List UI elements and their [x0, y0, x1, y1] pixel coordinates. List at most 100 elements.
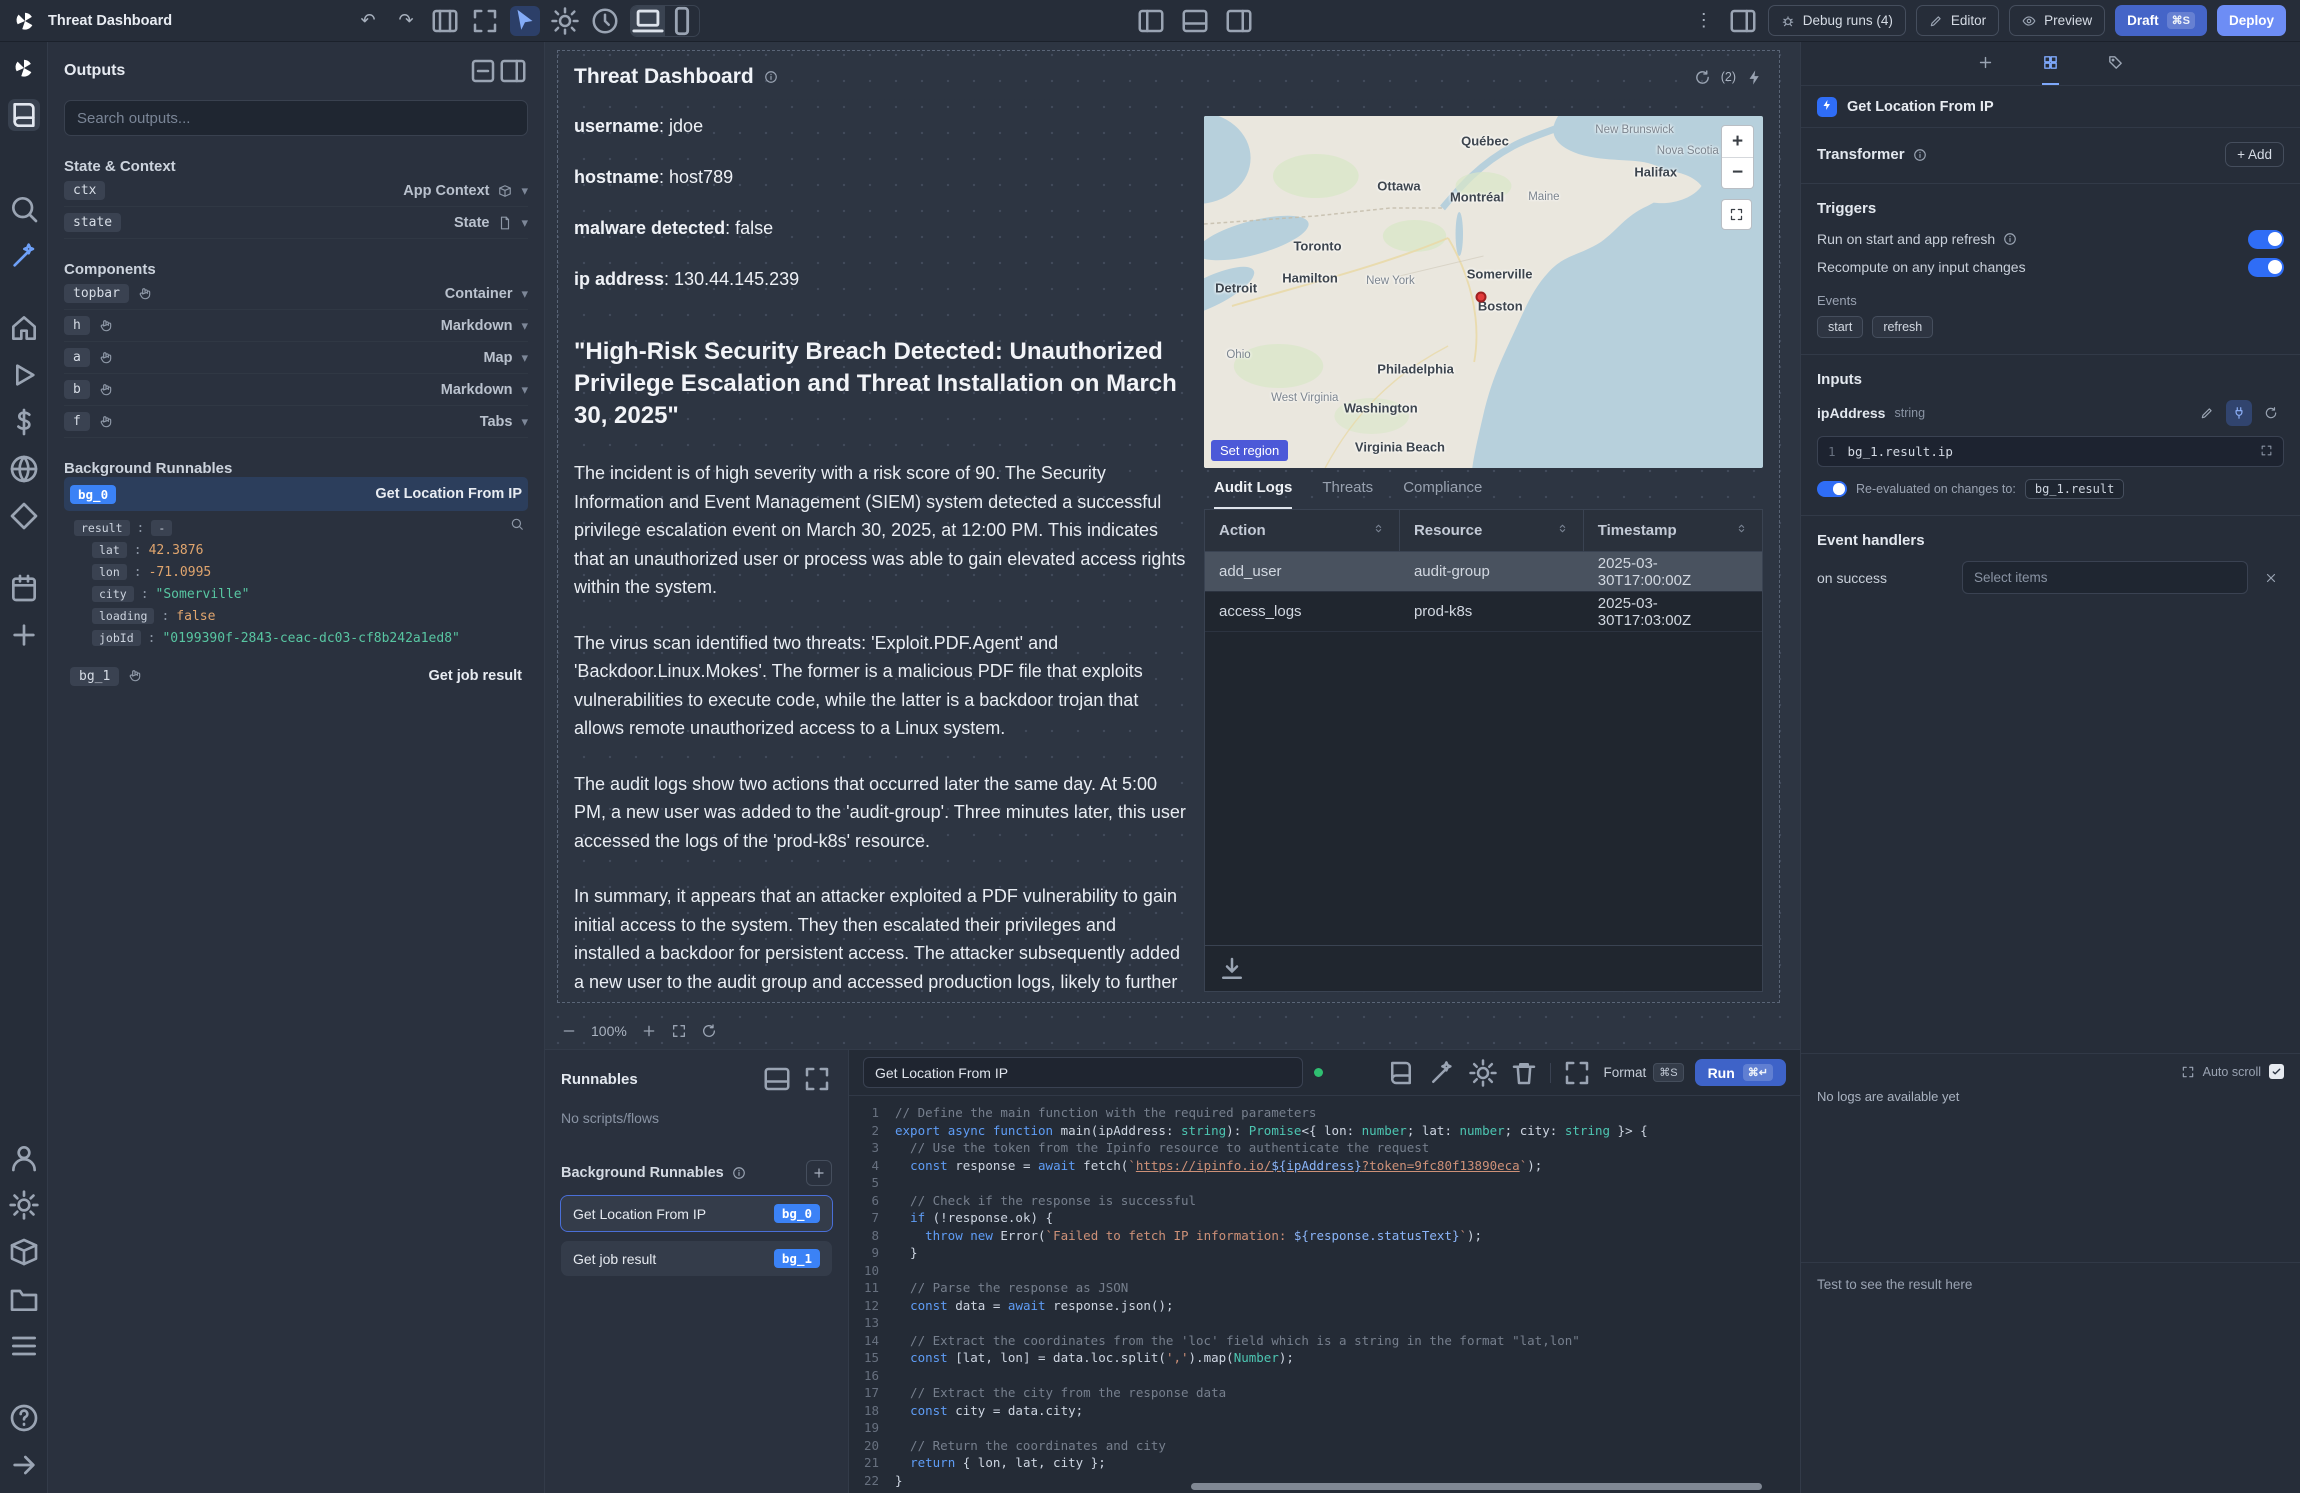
- app-canvas[interactable]: Threat Dashboard (2) username: jdoe host…: [545, 42, 1800, 1049]
- column-header[interactable]: Resource: [1400, 510, 1584, 551]
- hand-icon[interactable]: [138, 287, 152, 301]
- app-container[interactable]: Threat Dashboard (2) username: jdoe host…: [557, 50, 1780, 1003]
- download-table-icon[interactable]: [1217, 954, 1247, 984]
- mobile-view-icon[interactable]: [665, 6, 699, 36]
- result-key[interactable]: result: [74, 520, 130, 536]
- reeval-toggle[interactable]: [1817, 481, 1847, 497]
- info-icon[interactable]: [764, 70, 778, 84]
- more-menu-icon[interactable]: ⋮: [1690, 10, 1718, 31]
- trigger-toggle[interactable]: [2248, 230, 2284, 249]
- logs-icon[interactable]: [8, 1330, 40, 1362]
- desktop-view-icon[interactable]: [631, 6, 665, 36]
- json-field-row[interactable]: loading : false: [74, 605, 524, 627]
- format-button[interactable]: Format ⌘S: [1603, 1063, 1683, 1082]
- search-nav-icon[interactable]: [8, 193, 40, 225]
- debug-zap-icon[interactable]: [1746, 69, 1763, 86]
- recompute-icon[interactable]: [1694, 69, 1711, 86]
- sort-icon[interactable]: [1735, 522, 1748, 539]
- help-icon[interactable]: [8, 1402, 40, 1434]
- zoom-reset-icon[interactable]: [701, 1023, 717, 1039]
- schedules-icon[interactable]: [8, 500, 40, 532]
- json-search-icon[interactable]: [510, 517, 524, 535]
- json-field-row[interactable]: city : "Somerville": [74, 583, 524, 605]
- expand-logs-icon[interactable]: [2181, 1065, 2195, 1079]
- search-outputs-input[interactable]: [64, 100, 528, 136]
- right-panel-toggle-icon[interactable]: [1224, 6, 1254, 36]
- component-row[interactable]: a Map ▾: [64, 342, 528, 374]
- markdown-component[interactable]: username: jdoe hostname: host789 malware…: [574, 116, 1186, 992]
- runnable-item[interactable]: Get job result bg_1: [561, 1241, 832, 1276]
- json-field-row[interactable]: jobId : "0199390f-2843-ceac-dc03-cf8b242…: [74, 627, 524, 649]
- calendar-icon[interactable]: [8, 572, 40, 604]
- chevron-down-icon[interactable]: ▾: [521, 286, 528, 302]
- map-component[interactable]: Québec New Brunswick Nova Scotia Halifax…: [1204, 116, 1763, 468]
- favorites-icon[interactable]: [8, 146, 40, 178]
- app-editor-icon[interactable]: [8, 99, 40, 131]
- connect-input-icon[interactable]: [2226, 400, 2252, 426]
- hand-icon[interactable]: [99, 383, 113, 397]
- event-badge[interactable]: start: [1817, 316, 1863, 338]
- insp-tab-components-icon[interactable]: [2042, 42, 2059, 85]
- cursor-mode-icon[interactable]: [510, 6, 540, 36]
- state-row[interactable]: state State ▾: [64, 207, 528, 239]
- undo-icon[interactable]: ↶: [354, 10, 382, 31]
- redo-icon[interactable]: ↷: [392, 10, 420, 31]
- autoscroll-checkbox[interactable]: [2269, 1064, 2284, 1079]
- debug-runs-button[interactable]: Debug runs (4): [1768, 5, 1906, 36]
- collapse-node-control[interactable]: -: [151, 520, 172, 536]
- sort-icon[interactable]: [1372, 522, 1385, 539]
- hand-icon[interactable]: [99, 415, 113, 429]
- add-nav-icon[interactable]: [8, 619, 40, 651]
- settings-icon[interactable]: [8, 1189, 40, 1221]
- chevron-down-icon[interactable]: ▾: [521, 350, 528, 366]
- event-badge[interactable]: refresh: [1872, 316, 1933, 338]
- horizontal-scrollbar[interactable]: [1191, 1483, 1762, 1490]
- home-icon[interactable]: [8, 312, 40, 344]
- component-row[interactable]: topbar Container ▾: [64, 278, 528, 310]
- map-zoom-out-button[interactable]: −: [1722, 157, 1753, 188]
- insp-tab-add-icon[interactable]: [1977, 42, 1994, 85]
- runs-icon[interactable]: [8, 359, 40, 391]
- column-header[interactable]: Timestamp: [1584, 510, 1762, 551]
- editor-settings-icon[interactable]: [1468, 1058, 1498, 1088]
- expand-runnables-icon[interactable]: [802, 1064, 832, 1094]
- ai-assist-icon[interactable]: [1427, 1058, 1457, 1088]
- expand-panel-icon[interactable]: [498, 56, 528, 86]
- collapse-all-icon[interactable]: [468, 56, 498, 86]
- table-row[interactable]: add_useraudit-group2025-03-30T17:00:00Z: [1205, 552, 1762, 592]
- trigger-toggle[interactable]: [2248, 258, 2284, 277]
- tab-audit-logs[interactable]: Audit Logs: [1214, 468, 1292, 509]
- draft-button[interactable]: Draft ⌘S: [2115, 5, 2207, 36]
- sort-icon[interactable]: [1556, 522, 1569, 539]
- code-area[interactable]: 1// Define the main function with the re…: [849, 1096, 1800, 1493]
- sidebar-toggle-icon[interactable]: [1728, 6, 1758, 36]
- zoom-out-icon[interactable]: [561, 1023, 577, 1039]
- add-transformer-button[interactable]: + Add: [2225, 142, 2284, 167]
- map-zoom-in-button[interactable]: +: [1722, 126, 1753, 157]
- expand-editor-icon[interactable]: [1562, 1058, 1592, 1088]
- tab-threats[interactable]: Threats: [1322, 468, 1373, 509]
- reeval-dependency-badge[interactable]: bg_1.result: [2025, 479, 2124, 499]
- map-fullscreen-button[interactable]: [1721, 199, 1752, 230]
- home-logo-icon[interactable]: [8, 52, 40, 84]
- component-row[interactable]: h Markdown ▾: [64, 310, 528, 342]
- resources-icon[interactable]: [8, 453, 40, 485]
- runnable-name-input[interactable]: [863, 1057, 1303, 1088]
- component-row[interactable]: b Markdown ▾: [64, 374, 528, 406]
- account-icon[interactable]: [8, 1142, 40, 1174]
- zoom-fit-icon[interactable]: [671, 1023, 687, 1039]
- variables-icon[interactable]: [8, 406, 40, 438]
- json-field-row[interactable]: lat : 42.3876: [74, 539, 524, 561]
- history-icon[interactable]: [590, 6, 620, 36]
- expand-expression-icon[interactable]: [2260, 444, 2273, 460]
- delete-runnable-icon[interactable]: [1509, 1058, 1539, 1088]
- refresh-input-icon[interactable]: [2258, 400, 2284, 426]
- runnable-item[interactable]: Get Location From IP bg_0: [561, 1196, 832, 1231]
- insp-tab-styling-icon[interactable]: [2107, 42, 2124, 85]
- workers-icon[interactable]: [8, 1236, 40, 1268]
- chevron-down-icon[interactable]: ▾: [521, 318, 528, 334]
- state-row[interactable]: ctx App Context ▾: [64, 175, 528, 207]
- bg0-output-row[interactable]: bg_0 Get Location From IP: [64, 477, 528, 511]
- preview-button[interactable]: Preview: [2009, 5, 2105, 36]
- edit-input-icon[interactable]: [2194, 400, 2220, 426]
